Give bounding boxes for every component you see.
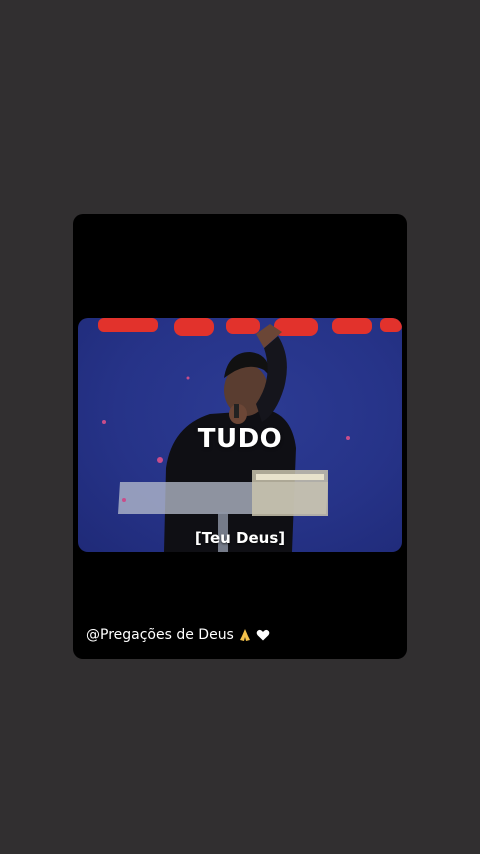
stage-banner: [98, 318, 402, 336]
video-frame[interactable]: TUDO [Teu Deus]: [78, 318, 402, 552]
caption-main: TUDO: [197, 424, 283, 454]
caption-sub: [Teu Deus]: [194, 529, 286, 547]
pray-icon: [238, 628, 252, 642]
credit-handle: @Pregações de Deus: [86, 627, 234, 643]
white-heart-icon: [256, 628, 270, 642]
credit-line[interactable]: @Pregações de Deus: [86, 627, 270, 643]
story-card[interactable]: TUDO [Teu Deus] @Pregações de Deus: [73, 214, 407, 659]
